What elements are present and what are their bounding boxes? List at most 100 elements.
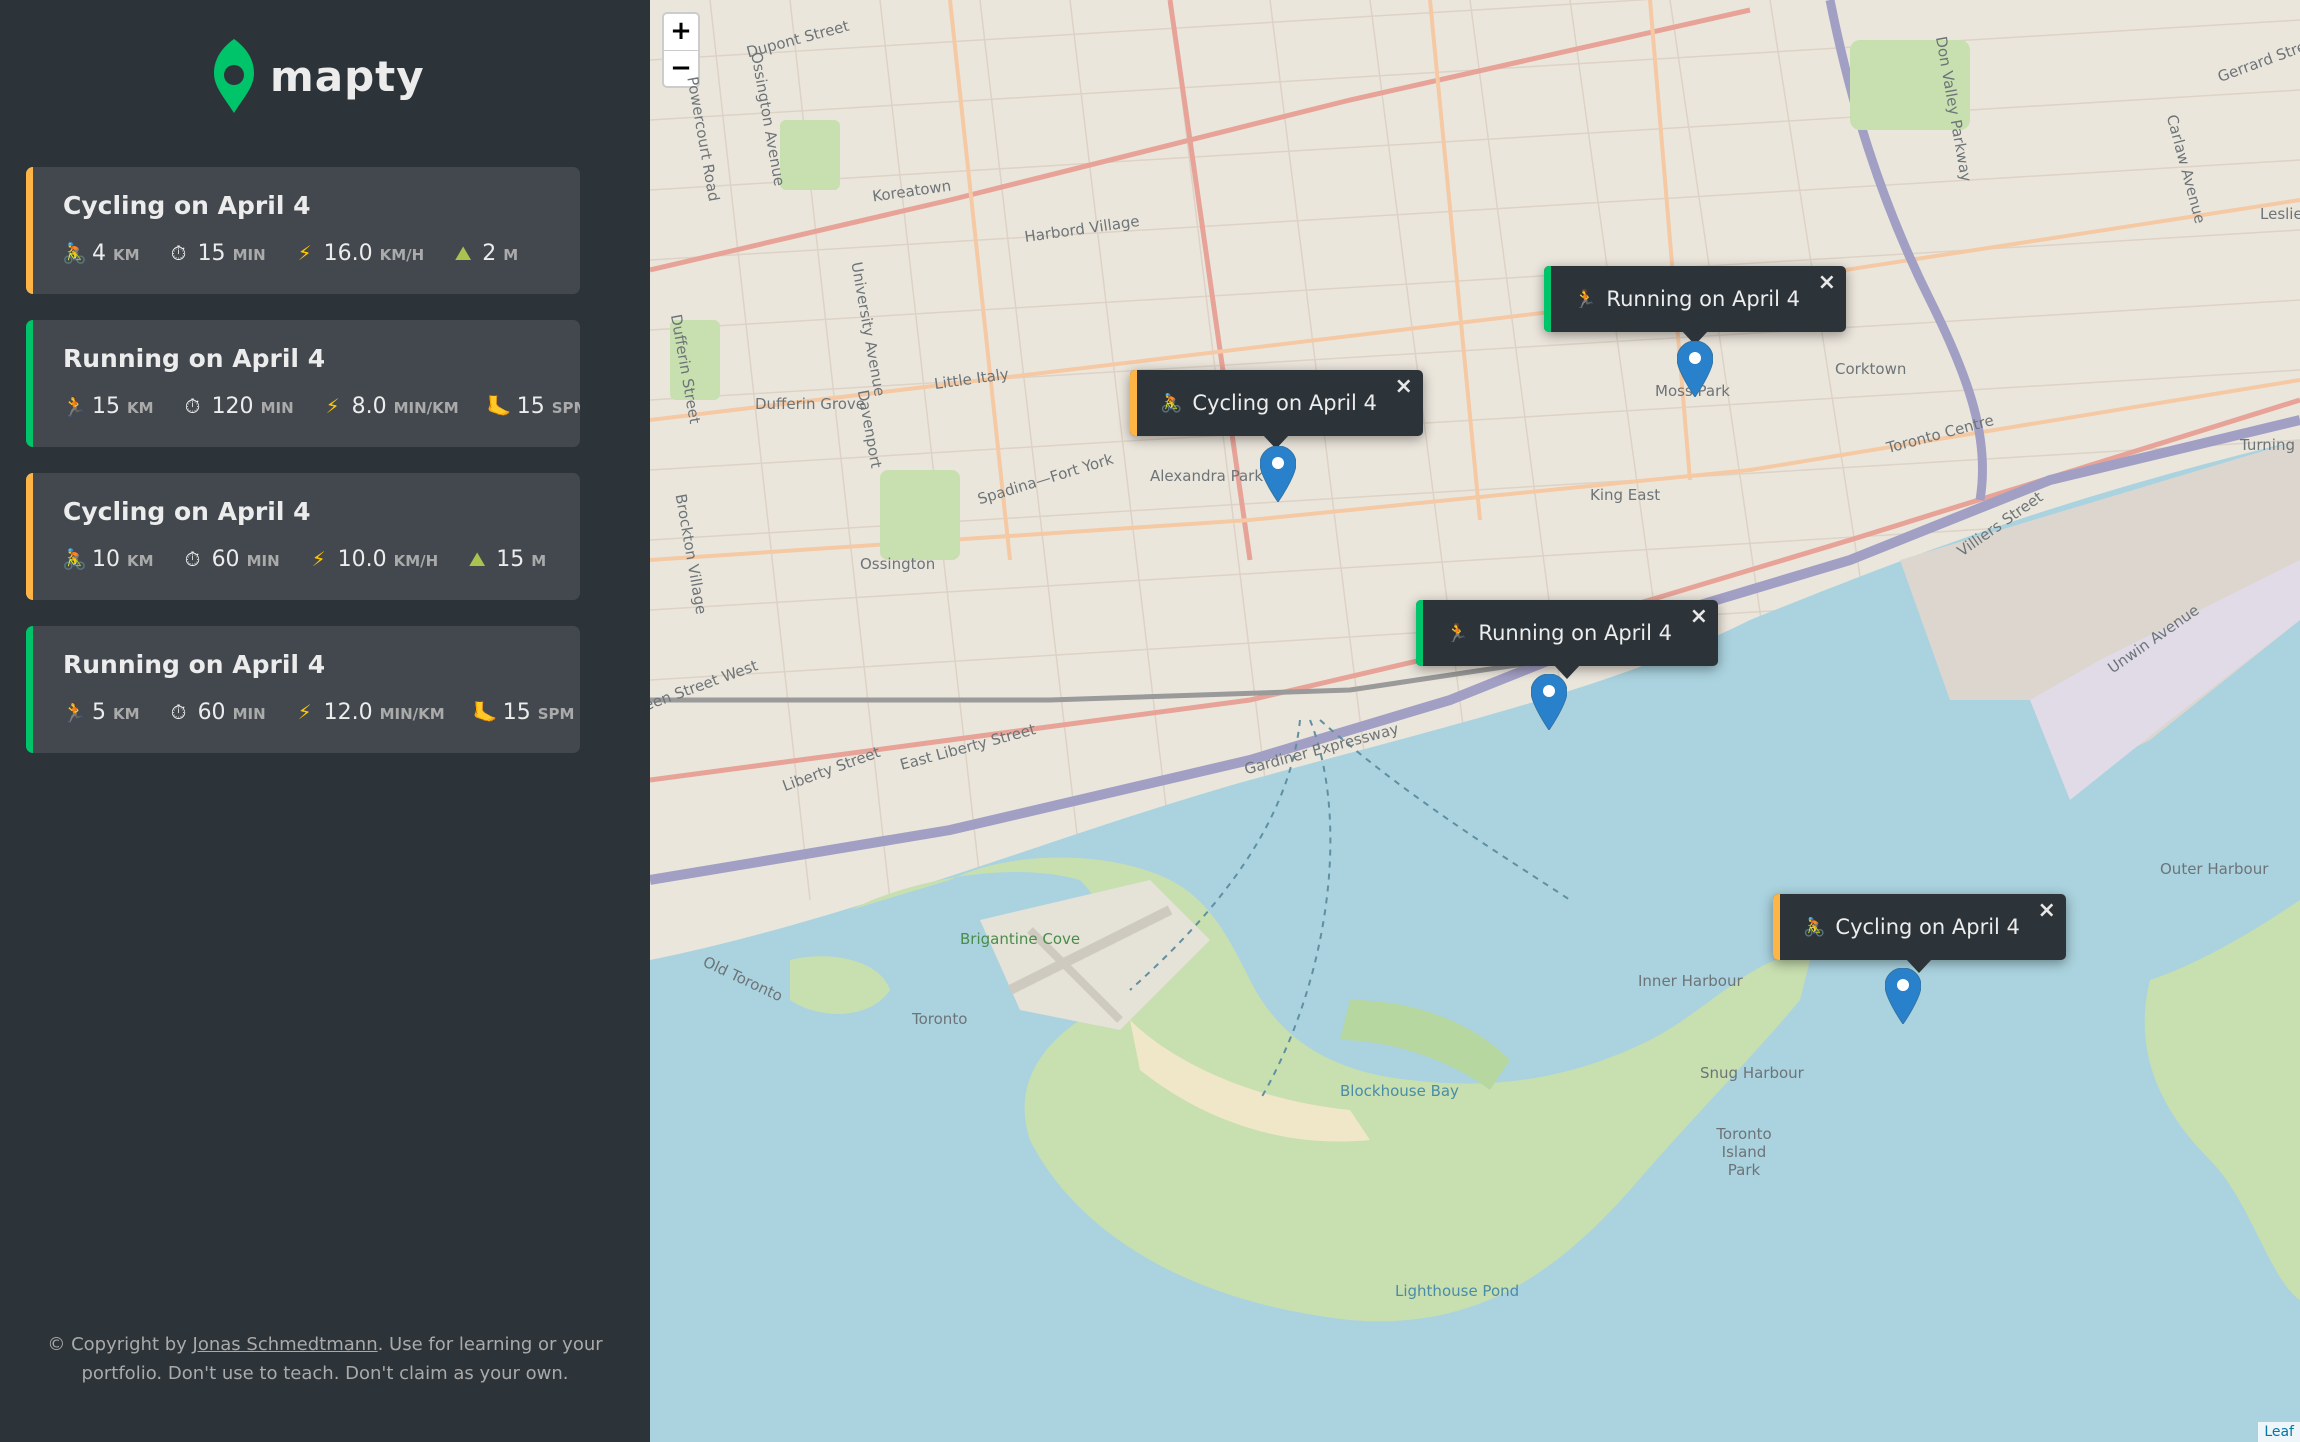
map-label: Alexandra Park (1150, 467, 1264, 485)
workout-detail: 🏃 5 km (62, 700, 140, 725)
detail-value: 16.0 (323, 241, 373, 266)
workout-detail: ⛰ 2 m (452, 241, 518, 266)
stopwatch-icon: ⏱ (184, 547, 201, 571)
map[interactable]: + − Dupont Street Ossington Avenue Power… (650, 0, 2300, 1442)
workout-detail: ⏱ 15 min (168, 241, 266, 266)
detail-unit: km (127, 552, 154, 570)
workout-details: 🚴 10 km ⏱ 60 min ⚡ 10.0 km/h ⛰ 15 m (62, 547, 574, 572)
map-tiles[interactable] (650, 0, 2300, 1442)
zoom-in-button[interactable]: + (664, 14, 698, 50)
copyright-prefix: © Copyright by (47, 1334, 193, 1355)
close-icon[interactable]: × (2037, 898, 2055, 923)
detail-unit: min/km (379, 705, 445, 723)
detail-value: 10.0 (337, 547, 387, 572)
popup-accent (1773, 894, 1780, 960)
detail-unit: km (127, 399, 154, 417)
workout-details: 🚴 4 km ⏱ 15 min ⚡ 16.0 km/h ⛰ 2 m (62, 241, 546, 266)
detail-value: 15 (496, 547, 525, 572)
workout-detail: ⏱ 60 min (182, 547, 280, 572)
map-marker-icon[interactable] (1260, 446, 1296, 502)
cyclist-icon: 🚴 (1160, 392, 1183, 414)
workout-detail: 🏃 15 km (62, 394, 154, 419)
workout-accent-bar (26, 626, 33, 753)
workout-popup[interactable]: 🏃 Running on April 4 × (1416, 600, 1719, 679)
detail-value: 12.0 (323, 700, 373, 725)
detail-value: 120 (211, 394, 254, 419)
close-icon[interactable]: × (1818, 270, 1836, 295)
workout-detail: 🚴 10 km (62, 547, 154, 572)
detail-unit: spm (537, 705, 575, 723)
workout-card-cycling[interactable]: Cycling on April 4 🚴 10 km ⏱ 60 min ⚡ 10.0 km/h ⛰ 1… (26, 473, 580, 600)
workout-popup[interactable]: 🏃 Running on April 4 × (1544, 266, 1847, 345)
workout-detail: 🦶15 spm (487, 394, 580, 419)
workout-popup[interactable]: 🚴 Cycling on April 4 × (1773, 894, 2066, 973)
close-icon[interactable]: × (1690, 604, 1708, 629)
map-marker-icon[interactable] (1531, 674, 1567, 730)
map-label: Inner Harbour (1638, 972, 1743, 990)
stopwatch-icon: ⏱ (184, 394, 201, 418)
map-label: Snug Harbour (1700, 1064, 1804, 1082)
lightning-icon: ⚡ (297, 700, 312, 724)
detail-unit: km/h (379, 246, 425, 264)
stopwatch-icon: ⏱ (170, 700, 187, 724)
workout-title: Running on April 4 (63, 650, 326, 679)
map-label: Outer Harbour (2160, 860, 2269, 878)
workout-title: Cycling on April 4 (63, 191, 311, 220)
workout-accent-bar (26, 473, 33, 600)
popup-text: Cycling on April 4 (1192, 391, 1377, 415)
workout-title: Cycling on April 4 (63, 497, 311, 526)
workout-list: Cycling on April 4 🚴 4 km ⏱ 15 min ⚡ 16.0 km/h ⛰ 2 m… (26, 167, 580, 779)
cyclist-icon: 🚴 (62, 241, 87, 265)
cyclist-icon: 🚴 (62, 547, 87, 571)
workout-details: 🏃15km⏱120min⚡8.0min/km🦶15spm (62, 394, 580, 419)
workout-card-running[interactable]: Running on April 4 🏃 15 km ⏱ 120 min ⚡ 8.0 min/km… (26, 320, 580, 447)
map-marker-icon[interactable] (1885, 968, 1921, 1024)
workout-title: Running on April 4 (63, 344, 326, 373)
map-label: Toronto Island Park (1716, 1125, 1772, 1179)
copyright: © Copyright by Jonas Schmedtmann. Use fo… (40, 1330, 610, 1388)
detail-value: 10 (92, 547, 120, 572)
workout-accent-bar (26, 320, 33, 447)
workout-card-cycling[interactable]: Cycling on April 4 🚴 4 km ⏱ 15 min ⚡ 16.0 km/h ⛰ 2 m (26, 167, 580, 294)
app-name: mapty (270, 51, 425, 101)
map-label: Ossington (860, 555, 936, 573)
popup-text: Running on April 4 (1478, 621, 1673, 645)
lightning-icon: ⚡ (325, 394, 340, 418)
author-link[interactable]: Jonas Schmedtmann (193, 1334, 378, 1355)
lightning-icon: ⚡ (311, 547, 326, 571)
map-label: Brigantine Cove (960, 930, 1081, 948)
map-label: King East (1590, 486, 1661, 504)
map-label: Leslie (2260, 205, 2300, 223)
workout-card-running[interactable]: Running on April 4 🏃 5 km ⏱ 60 min ⚡ 12.0 min/km 🦶… (26, 626, 580, 753)
popup-accent (1416, 600, 1423, 666)
detail-unit: min (232, 705, 266, 723)
map-marker-icon[interactable] (1677, 341, 1713, 397)
footprint-icon: 🦶 (472, 700, 498, 724)
mountain-icon: ⛰ (454, 241, 472, 265)
map-attribution[interactable]: Leaf (2258, 1422, 2300, 1442)
workout-popup[interactable]: 🚴 Cycling on April 4 × (1130, 370, 1423, 449)
detail-unit: spm (551, 399, 580, 417)
detail-value: 15 (197, 241, 226, 266)
workout-detail: ⚡ 8.0 min/km (322, 394, 459, 419)
popup-text: Running on April 4 (1606, 287, 1801, 311)
detail-value: 8.0 (351, 394, 387, 419)
workout-detail: ⚡ 10.0 km/h (308, 547, 439, 572)
detail-value: 15 (516, 394, 545, 419)
workout-detail: 🦶15 spm (473, 700, 575, 725)
workout-accent-bar (26, 167, 33, 294)
detail-unit: km (113, 246, 140, 264)
map-label: Blockhouse Bay (1340, 1082, 1459, 1100)
cyclist-icon: 🚴 (1803, 916, 1826, 938)
workout-details: 🏃 5 km ⏱ 60 min ⚡ 12.0 min/km 🦶 15 spm (62, 700, 580, 725)
workout-detail: ⏱ 120 min (182, 394, 294, 419)
workout-detail: 🚴 4 km (62, 241, 140, 266)
popup-accent (1130, 370, 1137, 436)
map-label: Corktown (1835, 360, 1907, 378)
detail-unit: min (232, 246, 266, 264)
close-icon[interactable]: × (1394, 374, 1412, 399)
footprint-icon: 🦶 (486, 394, 512, 418)
detail-value: 60 (211, 547, 240, 572)
runner-icon: 🏃 (62, 394, 87, 418)
mountain-icon: ⛰ (468, 547, 486, 571)
